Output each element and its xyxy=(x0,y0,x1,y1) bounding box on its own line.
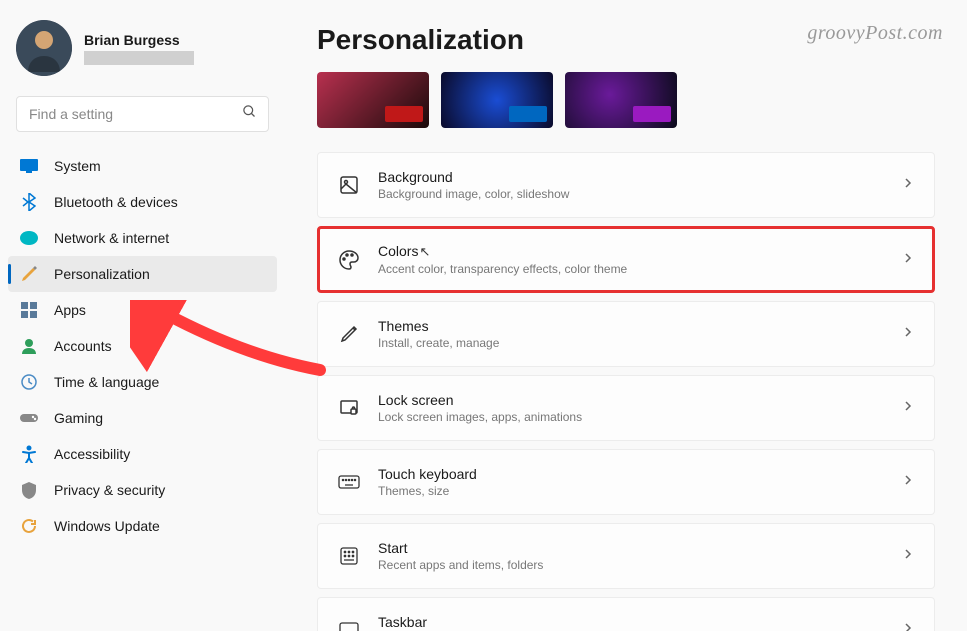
time-icon xyxy=(20,373,38,391)
sidebar-item-label: Windows Update xyxy=(54,518,160,534)
sidebar-item-label: System xyxy=(54,158,101,174)
card-start[interactable]: Start Recent apps and items, folders xyxy=(317,523,935,589)
card-title: Lock screen xyxy=(378,392,884,408)
watermark: groovyPost.com xyxy=(807,22,943,45)
card-title: Touch keyboard xyxy=(378,466,884,482)
chevron-right-icon xyxy=(902,473,914,491)
sidebar-item-network[interactable]: Network & internet xyxy=(8,220,277,256)
card-title: Taskbar xyxy=(378,614,884,630)
update-icon xyxy=(20,517,38,535)
sidebar-item-system[interactable]: System xyxy=(8,148,277,184)
sidebar-item-label: Network & internet xyxy=(54,230,169,246)
card-title: Start xyxy=(378,540,884,556)
sidebar-item-label: Apps xyxy=(54,302,86,318)
avatar xyxy=(16,20,72,76)
theme-previews xyxy=(317,72,935,128)
chevron-right-icon xyxy=(902,325,914,343)
theme-tile[interactable] xyxy=(565,72,677,128)
card-title: Colors↖ xyxy=(378,243,884,260)
card-subtitle: Install, create, manage xyxy=(378,336,884,350)
chevron-right-icon xyxy=(902,621,914,631)
card-taskbar[interactable]: Taskbar Taskbar behaviors, system pins xyxy=(317,597,935,631)
card-subtitle: Recent apps and items, folders xyxy=(378,558,884,572)
sidebar-item-gaming[interactable]: Gaming xyxy=(8,400,277,436)
keyboard-icon xyxy=(338,471,360,493)
card-subtitle: Accent color, transparency effects, colo… xyxy=(378,262,884,276)
privacy-icon xyxy=(20,481,38,499)
gaming-icon xyxy=(20,409,38,427)
card-subtitle: Themes, size xyxy=(378,484,884,498)
user-profile[interactable]: Brian Burgess xyxy=(8,16,277,88)
accessibility-icon xyxy=(20,445,38,463)
sidebar-item-label: Personalization xyxy=(54,266,150,282)
sidebar-item-privacy[interactable]: Privacy & security xyxy=(8,472,277,508)
system-icon xyxy=(20,157,38,175)
profile-email-redacted xyxy=(84,51,194,65)
chevron-right-icon xyxy=(902,547,914,565)
chevron-right-icon xyxy=(902,251,914,269)
taskbar-icon xyxy=(338,619,360,631)
card-title: Themes xyxy=(378,318,884,334)
personalization-icon xyxy=(20,265,38,283)
cursor-icon: ↖ xyxy=(419,244,430,259)
sidebar-item-bluetooth[interactable]: Bluetooth & devices xyxy=(8,184,277,220)
sidebar-item-label: Gaming xyxy=(54,410,103,426)
sidebar-item-update[interactable]: Windows Update xyxy=(8,508,277,544)
apps-icon xyxy=(20,301,38,319)
card-subtitle: Lock screen images, apps, animations xyxy=(378,410,884,424)
sidebar-item-label: Time & language xyxy=(54,374,159,390)
search-input[interactable] xyxy=(16,96,269,132)
chevron-right-icon xyxy=(902,399,914,417)
lock-screen-icon xyxy=(338,397,360,419)
start-icon xyxy=(338,545,360,567)
card-title: Background xyxy=(378,169,884,185)
card-touch-keyboard[interactable]: Touch keyboard Themes, size xyxy=(317,449,935,515)
card-themes[interactable]: Themes Install, create, manage xyxy=(317,301,935,367)
sidebar-item-accounts[interactable]: Accounts xyxy=(8,328,277,364)
theme-tile[interactable] xyxy=(441,72,553,128)
sidebar-item-accessibility[interactable]: Accessibility xyxy=(8,436,277,472)
sidebar-item-label: Privacy & security xyxy=(54,482,165,498)
themes-icon xyxy=(338,323,360,345)
accounts-icon xyxy=(20,337,38,355)
sidebar-item-label: Accounts xyxy=(54,338,112,354)
card-subtitle: Background image, color, slideshow xyxy=(378,187,884,201)
background-icon xyxy=(338,174,360,196)
network-icon xyxy=(20,229,38,247)
theme-tile[interactable] xyxy=(317,72,429,128)
sidebar-item-apps[interactable]: Apps xyxy=(8,292,277,328)
sidebar-item-label: Bluetooth & devices xyxy=(54,194,178,210)
card-colors[interactable]: Colors↖ Accent color, transparency effec… xyxy=(317,226,935,293)
colors-icon xyxy=(338,249,360,271)
bluetooth-icon xyxy=(20,193,38,211)
chevron-right-icon xyxy=(902,176,914,194)
sidebar-item-personalization[interactable]: Personalization xyxy=(8,256,277,292)
card-background[interactable]: Background Background image, color, slid… xyxy=(317,152,935,218)
sidebar-item-label: Accessibility xyxy=(54,446,130,462)
profile-name: Brian Burgess xyxy=(84,32,194,48)
sidebar-item-time[interactable]: Time & language xyxy=(8,364,277,400)
search-icon xyxy=(242,104,257,124)
card-lock-screen[interactable]: Lock screen Lock screen images, apps, an… xyxy=(317,375,935,441)
